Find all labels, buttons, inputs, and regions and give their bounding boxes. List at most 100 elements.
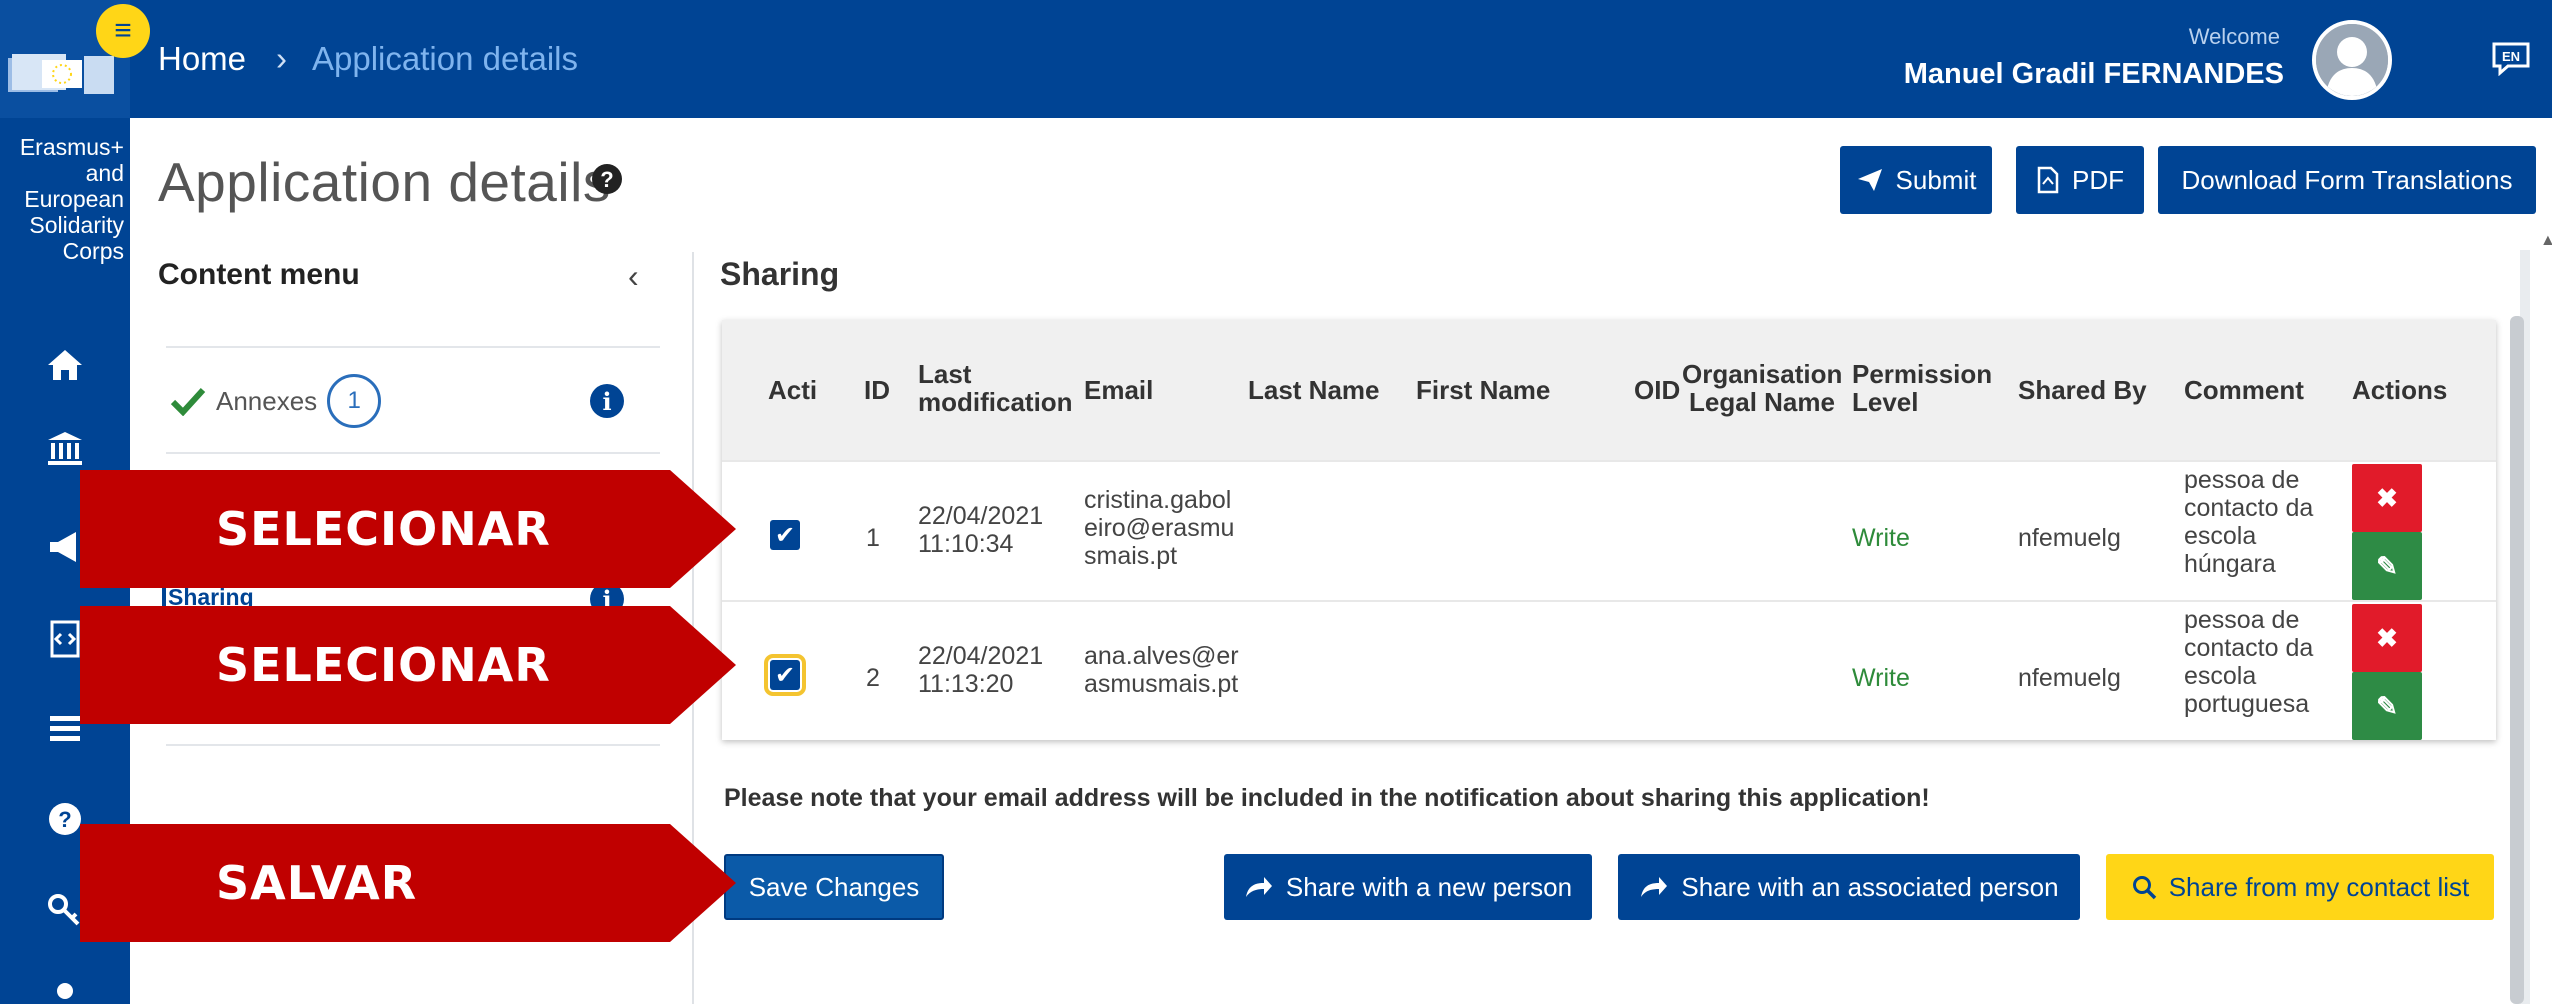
menu-divider: [166, 452, 660, 454]
col-active[interactable]: Acti: [768, 376, 817, 404]
cell-email-line: cristina.gabol: [1084, 486, 1232, 514]
pdf-file-icon: [2037, 166, 2059, 194]
callout-label: SELECIONAR: [216, 638, 551, 692]
callout-select-1: SELECIONAR: [80, 470, 740, 588]
active-checkbox[interactable]: ✔: [764, 654, 806, 696]
callout-label: SALVAR: [216, 856, 418, 910]
download-form-translations-button[interactable]: Download Form Translations: [2158, 146, 2536, 214]
breadcrumb-current: Application details: [312, 40, 578, 77]
menu-divider: [166, 744, 660, 746]
col-last-name[interactable]: Last Name: [1248, 376, 1380, 404]
cell-permission: Write: [1852, 524, 1910, 552]
close-icon: ✖: [2376, 482, 2398, 513]
program-name: Erasmus+ and European Solidarity Corps: [19, 134, 124, 264]
avatar[interactable]: [2312, 20, 2392, 100]
cell-time: 11:10:34: [918, 530, 1014, 558]
cell-comment-line: pessoa de: [2184, 606, 2300, 634]
share-associated-person-button[interactable]: Share with an associated person: [1618, 854, 2080, 920]
paper-plane-icon: [1857, 169, 1882, 191]
sharing-note: Please note that your email address will…: [724, 784, 1930, 812]
save-label: Save Changes: [748, 871, 920, 902]
share-new-label: Share with a new person: [1285, 871, 1573, 902]
welcome-label: Welcome: [2188, 24, 2280, 49]
question-circle-icon[interactable]: ?: [590, 162, 624, 196]
menu-item-annexes[interactable]: Annexes 1: [170, 374, 382, 428]
scrollbar-thumb[interactable]: [2510, 316, 2524, 1004]
col-id[interactable]: ID: [864, 376, 890, 404]
menu-toggle-button[interactable]: ≡: [96, 4, 150, 58]
active-checkbox[interactable]: ✔: [770, 520, 800, 550]
cell-email-line: eiro@erasmu: [1084, 514, 1235, 542]
share-arrow-icon: [1245, 877, 1272, 897]
svg-text:?: ?: [600, 167, 613, 192]
cell-comment-line: contacto da: [2184, 634, 2314, 662]
close-icon: ✖: [2376, 622, 2398, 653]
cell-permission: Write: [1852, 664, 1910, 692]
institution-icon[interactable]: [44, 428, 86, 470]
home-icon[interactable]: [44, 344, 86, 386]
table-row: ✔ 1 22/04/2021 11:10:34 cristina.gabol e…: [722, 460, 2496, 600]
cell-comment-line: escola: [2184, 662, 2257, 690]
cell-comment-line: portuguesa: [2184, 690, 2310, 718]
info-icon[interactable]: i: [590, 384, 624, 418]
table-row: ✔ 2 22/04/2021 11:13:20 ana.alves@er asm…: [722, 600, 2496, 740]
search-icon: [2132, 876, 2156, 900]
share-associated-label: Share with an associated person: [1681, 871, 2059, 902]
col-actions: Actions: [2352, 375, 2448, 405]
share-contact-list-button[interactable]: Share from my contact list: [2106, 854, 2494, 920]
col-first-name[interactable]: First Name: [1416, 376, 1550, 404]
cell-id: 1: [866, 524, 880, 552]
cell-email-line: ana.alves@er: [1084, 642, 1239, 670]
pdf-label: PDF: [2072, 164, 2124, 195]
col-comment[interactable]: Comment: [2184, 376, 2304, 404]
delete-button[interactable]: ✖: [2352, 464, 2422, 532]
section-title: Sharing: [720, 256, 840, 292]
content-menu-title: Content menu: [158, 258, 360, 291]
cell-time: 11:13:20: [918, 670, 1014, 698]
chevron-left-icon[interactable]: ‹: [628, 258, 639, 295]
pencil-icon: ✎: [2376, 550, 2398, 581]
edit-button[interactable]: ✎: [2352, 532, 2422, 600]
pdf-button[interactable]: PDF: [2016, 146, 2144, 214]
cell-comment-line: pessoa de: [2184, 466, 2300, 494]
edit-button[interactable]: ✎: [2352, 672, 2422, 740]
submit-label: Submit: [1895, 164, 1977, 195]
cell-id: 2: [866, 664, 880, 692]
table-header: Acti ID Last modification Email Last Nam…: [722, 320, 2496, 460]
language-code: EN: [2502, 49, 2520, 64]
top-bar: ≡ Home › Application details Welcome Man…: [0, 0, 2552, 118]
language-icon[interactable]: EN: [2490, 40, 2532, 76]
cell-comment-line: escola: [2184, 522, 2257, 550]
cell-date: 22/04/2021: [918, 502, 1044, 530]
col-oid[interactable]: OID: [1634, 376, 1680, 404]
annexes-label: Annexes: [216, 385, 318, 416]
callout-label: SELECIONAR: [216, 502, 551, 556]
cell-shared-by: nfemuelg: [2018, 664, 2121, 692]
settings-icon[interactable]: [44, 970, 86, 1004]
col-last-modification[interactable]: Last modification: [918, 360, 1073, 416]
user-name[interactable]: Manuel Gradil FERNANDES: [1904, 58, 2284, 91]
cell-shared-by: nfemuelg: [2018, 524, 2121, 552]
hamburger-icon: ≡: [114, 14, 132, 47]
col-organisation-legal-name[interactable]: Organisation Legal Name: [1682, 360, 1842, 416]
scroll-up-arrow[interactable]: ▲: [2540, 232, 2552, 250]
svg-text:?: ?: [58, 807, 71, 832]
page-title: Application details: [158, 151, 611, 213]
col-permission-level[interactable]: Permission Level: [1852, 360, 1992, 416]
cell-email-line: asmusmais.pt: [1084, 670, 1239, 698]
cell-comment-line: húngara: [2184, 550, 2276, 578]
share-contacts-label: Share from my contact list: [2168, 871, 2470, 902]
col-email[interactable]: Email: [1084, 376, 1153, 404]
share-arrow-icon: [1641, 877, 1668, 897]
cell-email-line: smais.pt: [1084, 542, 1178, 570]
col-shared-by[interactable]: Shared By: [2018, 376, 2147, 404]
share-new-person-button[interactable]: Share with a new person: [1224, 854, 1592, 920]
check-icon: [170, 387, 206, 416]
save-changes-button[interactable]: Save Changes: [724, 854, 944, 920]
download-label: Download Form Translations: [2181, 164, 2513, 195]
breadcrumb-separator: ›: [276, 40, 287, 77]
breadcrumb-home-link[interactable]: Home: [158, 40, 246, 78]
user-silhouette-icon: [2316, 24, 2388, 96]
submit-button[interactable]: Submit: [1840, 146, 1992, 214]
delete-button[interactable]: ✖: [2352, 604, 2422, 672]
